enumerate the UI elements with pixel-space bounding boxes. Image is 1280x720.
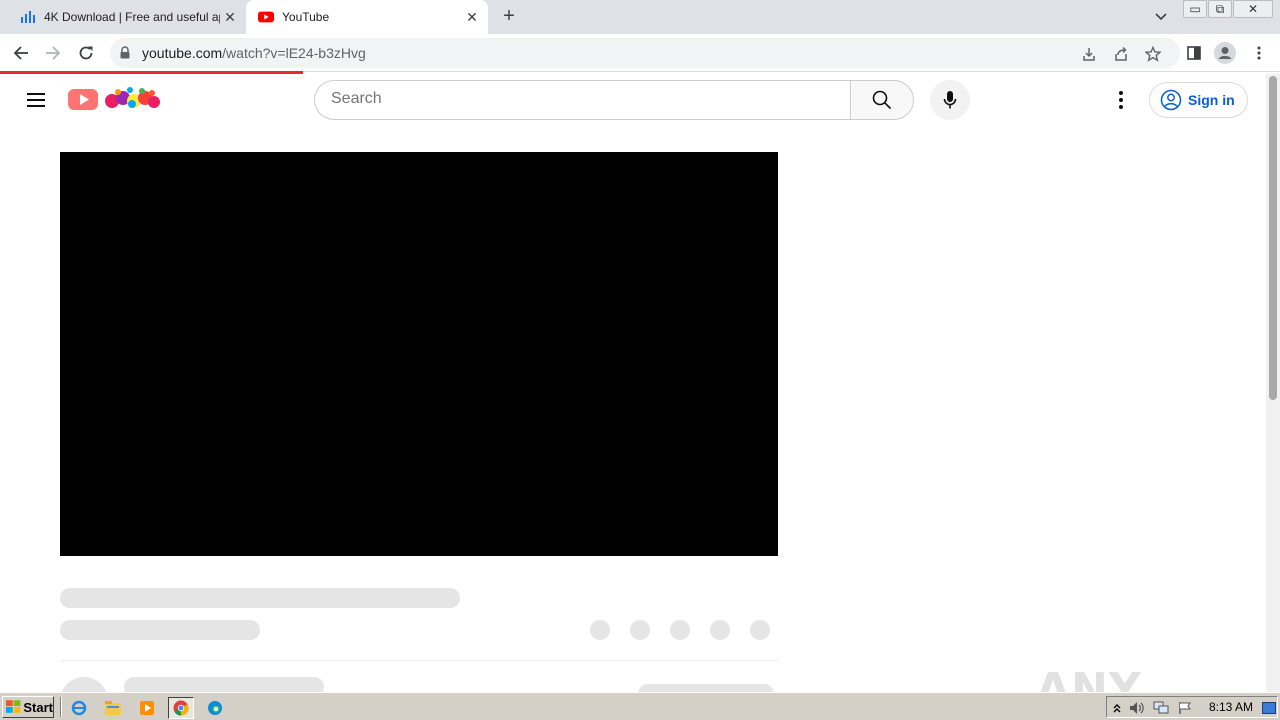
search-icon — [872, 90, 892, 110]
windows-taskbar: Start 8:13 AM — [0, 692, 1280, 720]
chrome-taskbar-icon[interactable] — [168, 697, 194, 719]
title-placeholder — [60, 588, 460, 608]
volume-icon[interactable] — [1129, 700, 1145, 716]
search-button[interactable] — [850, 80, 914, 120]
forward-arrow-icon[interactable] — [40, 40, 66, 66]
action-placeholder — [710, 620, 730, 640]
youtube-doodle-logo[interactable] — [68, 84, 164, 114]
show-hidden-icons-chevron-up-icon[interactable] — [1109, 700, 1125, 716]
page-scrollbar[interactable] — [1266, 74, 1280, 692]
start-label: Start — [23, 699, 53, 715]
account-circle-icon — [1160, 89, 1182, 111]
side-panel-icon[interactable] — [1183, 42, 1205, 64]
scrollbar-thumb[interactable] — [1269, 76, 1277, 400]
guide-menu-icon[interactable] — [22, 86, 50, 114]
close-window-icon[interactable]: ✕ — [1233, 0, 1273, 18]
tab-title: YouTube — [282, 10, 330, 24]
owner-placeholder — [124, 677, 324, 692]
windows-logo-icon — [6, 700, 21, 713]
subscribe-placeholder — [638, 684, 774, 692]
close-tab-icon[interactable]: ✕ — [220, 7, 240, 27]
lock-icon[interactable] — [120, 46, 130, 64]
tab-4k-download[interactable]: 4K Download | Free and useful applic ✕ — [8, 0, 246, 34]
url-host: youtube.com — [142, 45, 223, 61]
file-explorer-icon[interactable] — [102, 697, 124, 719]
action-placeholder — [670, 620, 690, 640]
edge-icon[interactable] — [204, 697, 226, 719]
anyrun-watermark: ANY RUN — [1036, 664, 1142, 692]
tab-strip: 4K Download | Free and useful applic ✕ Y… — [0, 0, 1280, 34]
action-placeholder — [590, 620, 610, 640]
youtube-favicon-icon — [258, 9, 274, 25]
action-placeholder — [630, 620, 650, 640]
4k-download-favicon-icon — [20, 9, 36, 25]
media-player-icon[interactable] — [136, 697, 158, 719]
sign-in-label: Sign in — [1188, 92, 1235, 108]
taskbar-separator — [60, 697, 62, 717]
address-bar[interactable]: youtube.com/watch?v=lE24-b3zHvg — [110, 38, 1180, 68]
url-path: /watch?v=lE24-b3zHvg — [222, 45, 366, 61]
system-tray: 8:13 AM — [1106, 696, 1278, 718]
clock[interactable]: 8:13 AM — [1209, 700, 1253, 714]
settings-more-icon[interactable] — [1108, 86, 1134, 114]
tab-title: 4K Download | Free and useful applic — [44, 10, 220, 24]
action-center-flag-icon[interactable] — [1177, 700, 1193, 716]
sign-in-button[interactable]: Sign in — [1149, 82, 1248, 118]
browser-toolbar: youtube.com/watch?v=lE24-b3zHvg — [0, 34, 1280, 72]
restore-window-icon[interactable]: ⧉ — [1208, 0, 1232, 18]
new-tab-button[interactable]: + — [498, 6, 520, 28]
share-icon[interactable] — [1111, 44, 1131, 64]
action-placeholder — [750, 620, 770, 640]
minimize-window-icon[interactable]: ▭ — [1183, 0, 1207, 18]
youtube-page: Sign in ANY RUN — [0, 74, 1266, 692]
voice-search-button[interactable] — [930, 80, 970, 120]
close-tab-icon[interactable]: ✕ — [462, 7, 482, 27]
bookmark-star-icon[interactable] — [1143, 44, 1163, 64]
search-box[interactable] — [314, 80, 851, 120]
section-divider — [60, 660, 778, 661]
tab-search-chevron-down-icon[interactable] — [1151, 8, 1171, 26]
video-player[interactable] — [60, 152, 778, 556]
chrome-menu-icon[interactable] — [1248, 42, 1270, 64]
search-input[interactable] — [331, 90, 831, 108]
install-download-icon[interactable] — [1079, 44, 1099, 64]
show-desktop-icon[interactable] — [1261, 700, 1277, 716]
avatar-placeholder — [60, 677, 108, 692]
url-text: youtube.com/watch?v=lE24-b3zHvg — [142, 45, 366, 61]
start-button[interactable]: Start — [2, 696, 54, 718]
profile-avatar-icon[interactable] — [1214, 42, 1236, 64]
reload-icon[interactable] — [73, 40, 99, 66]
back-arrow-icon[interactable] — [8, 40, 34, 66]
microphone-icon — [943, 91, 957, 109]
channel-placeholder — [60, 620, 260, 640]
network-icon[interactable] — [1153, 700, 1169, 716]
internet-explorer-icon[interactable] — [68, 697, 90, 719]
tab-youtube[interactable]: YouTube ✕ — [246, 0, 488, 34]
